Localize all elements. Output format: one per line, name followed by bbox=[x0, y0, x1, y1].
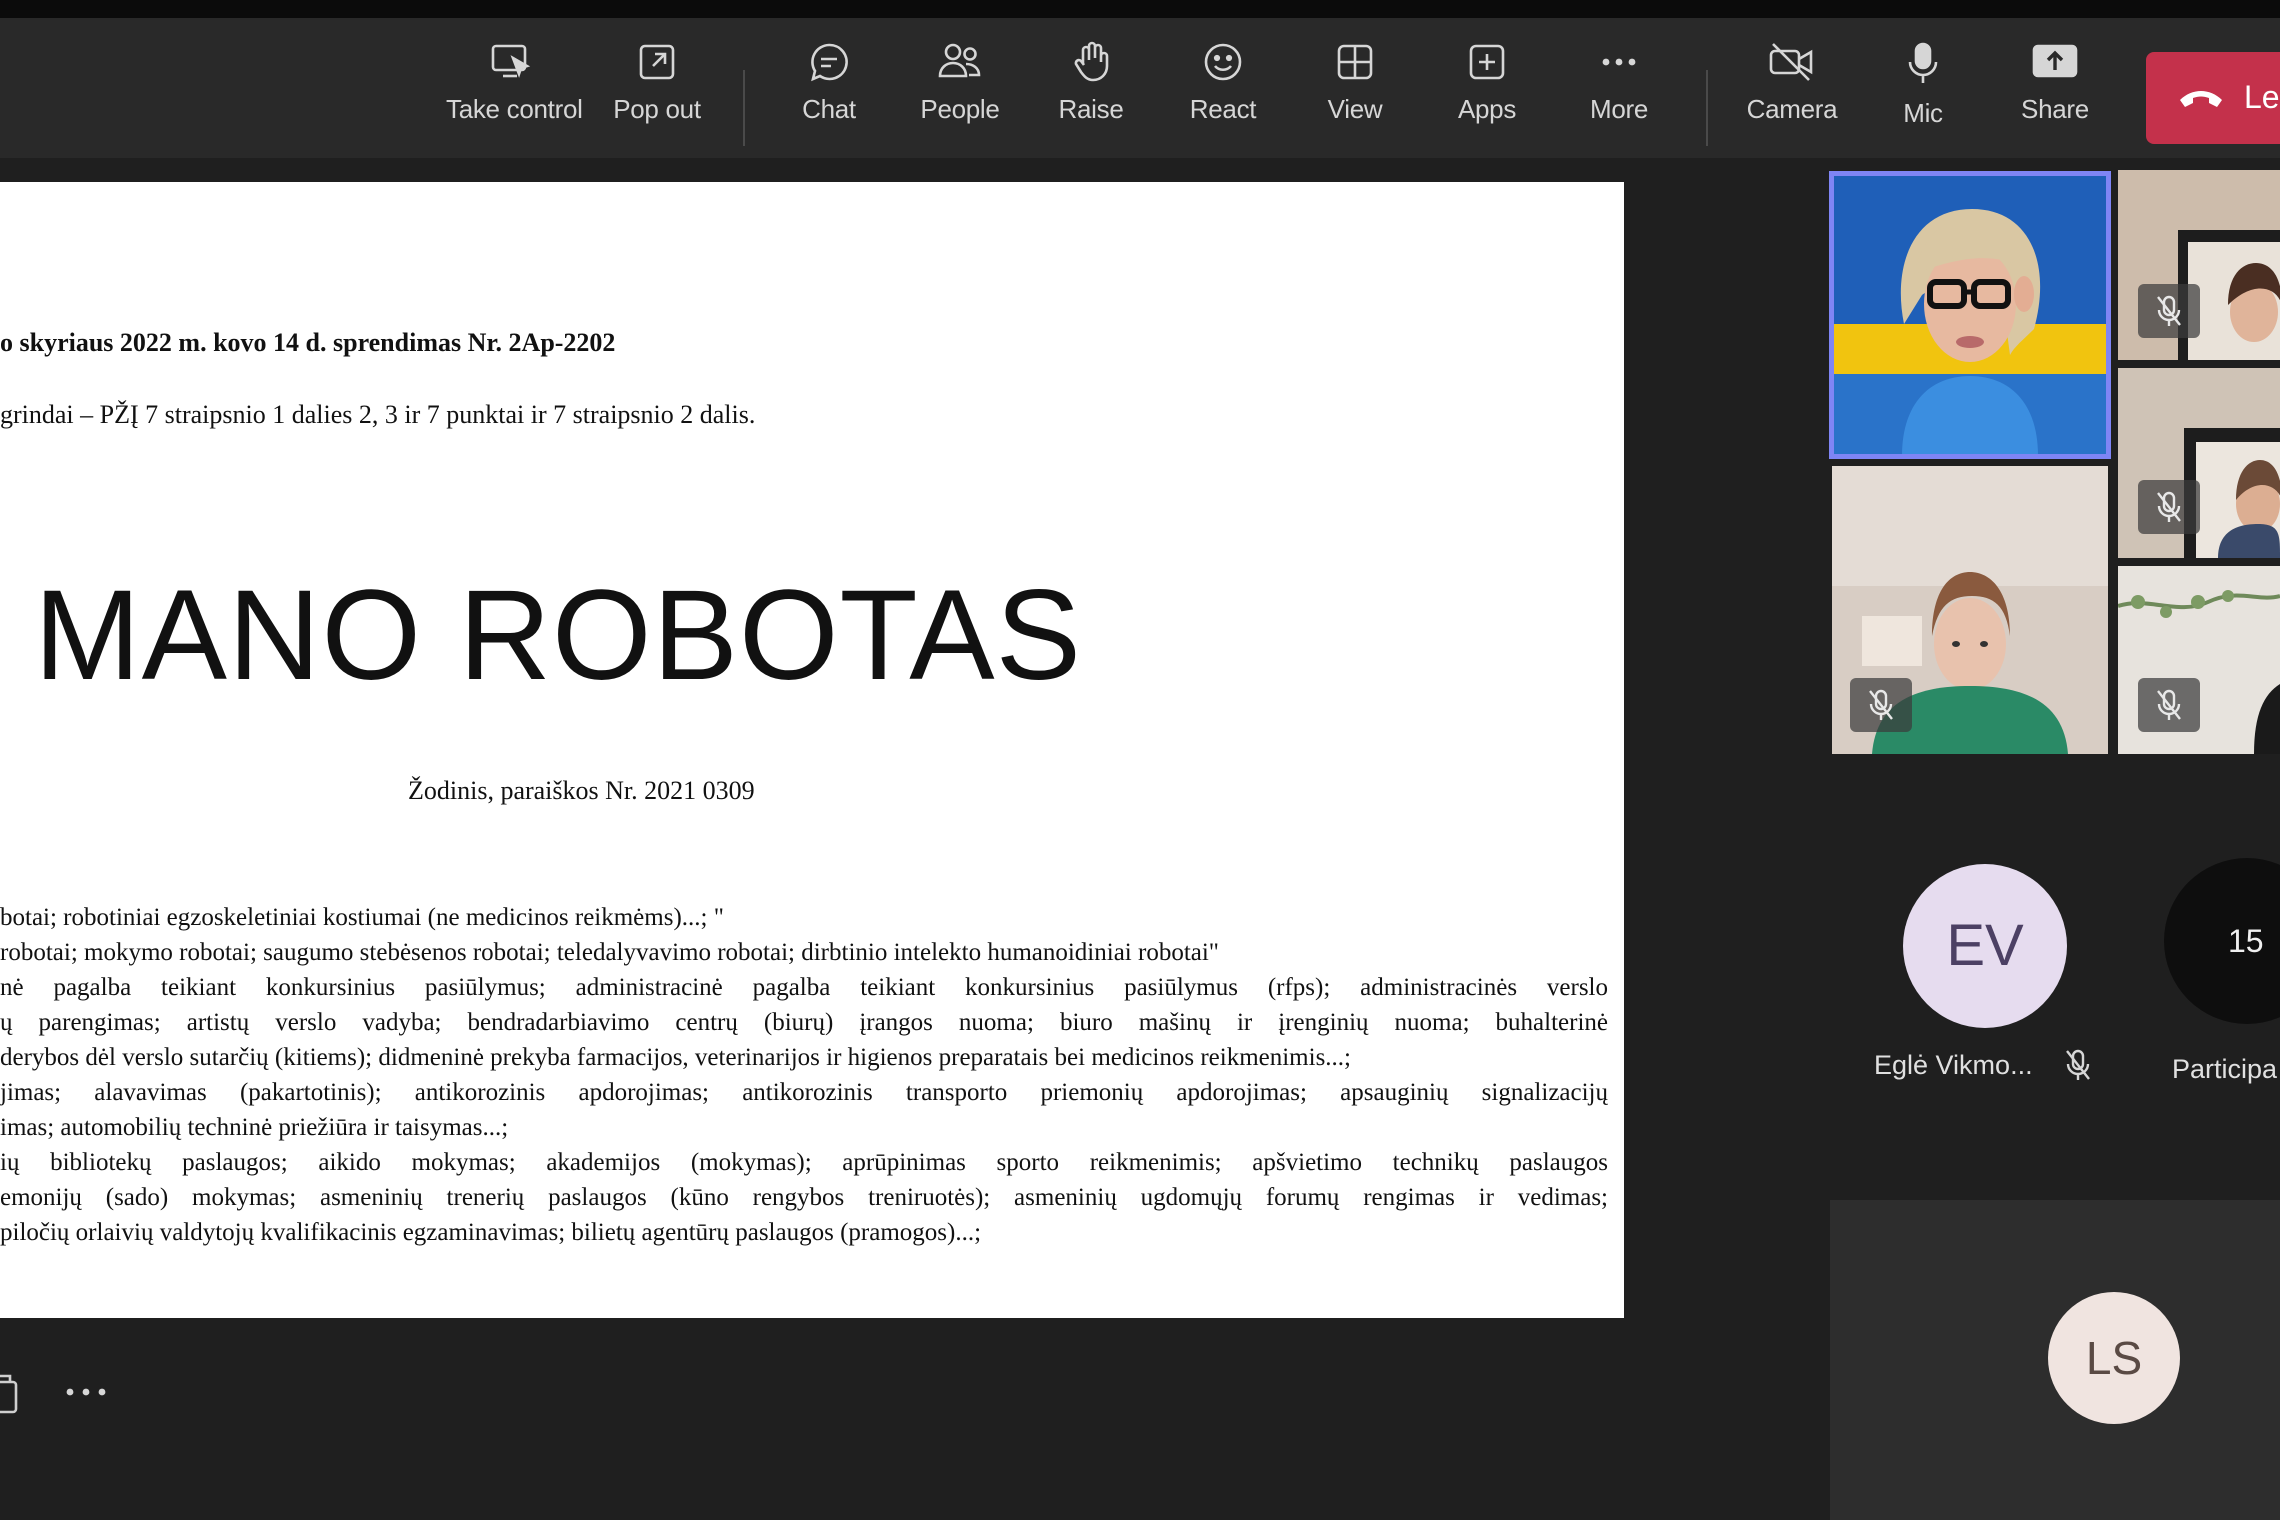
react-button[interactable]: React bbox=[1158, 40, 1288, 140]
participant-tile-ls[interactable]: LS bbox=[1830, 1200, 2280, 1520]
stage-more-dots-icon[interactable] bbox=[62, 1380, 110, 1404]
meeting-toolbar: Take control Pop out Chat People Raise R… bbox=[0, 18, 2280, 158]
muted-indicator bbox=[1850, 678, 1912, 732]
legal-grounds-line: grindai – PŽĮ 7 straipsnio 1 dalies 2, 3… bbox=[0, 400, 756, 429]
mic-off-icon bbox=[2157, 491, 2181, 522]
stage-controls bbox=[0, 1340, 200, 1440]
microphone-icon bbox=[1908, 42, 1938, 83]
trademark-caption: Žodinis, paraiškos Nr. 2021 0309 bbox=[408, 776, 755, 805]
trademark-title: MANO ROBOTAS bbox=[34, 564, 1082, 707]
avatar-ls: LS bbox=[2048, 1292, 2180, 1424]
mic-off-icon bbox=[2157, 295, 2181, 326]
apps-label: Apps bbox=[1457, 94, 1517, 124]
paragraph-line: ių bibliotekų paslaugos; aikido mokymas;… bbox=[0, 1149, 1608, 1176]
pop-out-button[interactable]: Pop out bbox=[592, 40, 722, 140]
hang-up-phone-icon bbox=[2180, 91, 2222, 107]
apps-plus-icon bbox=[1469, 44, 1505, 80]
decision-heading: o skyriaus 2022 m. kovo 14 d. sprendimas… bbox=[0, 328, 616, 357]
participant-video[interactable] bbox=[1832, 466, 2108, 754]
toolbar-divider bbox=[743, 70, 745, 146]
mic-off-icon bbox=[1869, 689, 1893, 720]
react-smiley-icon bbox=[1204, 43, 1242, 81]
share-screen-icon bbox=[2032, 44, 2078, 78]
leave-button[interactable]: Le bbox=[2146, 52, 2280, 144]
more-label: More bbox=[1589, 94, 1649, 124]
leave-label: Le bbox=[2244, 79, 2280, 115]
participant-video[interactable] bbox=[2118, 170, 2280, 360]
share-button[interactable]: Share bbox=[1990, 40, 2120, 140]
toolbar-divider bbox=[1706, 70, 1708, 146]
apps-button[interactable]: Apps bbox=[1422, 40, 1552, 140]
mic-label: Mic bbox=[1903, 98, 1943, 128]
services-class-41: ių bibliotekų paslaugos; aikido mokymas;… bbox=[0, 1145, 1608, 1250]
participant-video[interactable] bbox=[2118, 368, 2280, 558]
participants-overflow-label[interactable]: Participa bbox=[2172, 1054, 2277, 1085]
paragraph-line: nė pagalba teikiant konkursinius pasiūly… bbox=[0, 974, 1608, 1001]
mic-off-icon bbox=[2157, 689, 2181, 720]
pop-out-icon bbox=[639, 44, 675, 80]
raise-hand-label: Raise bbox=[1058, 94, 1124, 124]
chat-button[interactable]: Chat bbox=[764, 40, 894, 140]
avatar-ev[interactable]: EV bbox=[1903, 864, 2067, 1028]
camera-button[interactable]: Camera bbox=[1727, 40, 1857, 140]
services-class-35: nė pagalba teikiant konkursinius pasiūly… bbox=[0, 970, 1608, 1075]
paragraph-line: imas; automobilių techninė priežiūra ir … bbox=[0, 1114, 509, 1141]
participant-name-ev: Eglė Vikmo... bbox=[1874, 1050, 2033, 1080]
participants-overflow-count[interactable]: 15 bbox=[2164, 858, 2280, 1024]
participant-video[interactable] bbox=[2118, 566, 2280, 754]
participant-video-active-speaker[interactable] bbox=[1829, 171, 2111, 459]
paragraph-line: ų parengimas; artistų verslo vadyba; ben… bbox=[0, 1009, 1608, 1036]
paragraph-line: botai; robotiniai egzoskeletiniai kostiu… bbox=[0, 904, 724, 931]
share-label: Share bbox=[2021, 94, 2089, 124]
react-label: React bbox=[1189, 94, 1257, 124]
muted-indicator bbox=[2138, 480, 2200, 534]
window-top-strip bbox=[0, 0, 2280, 18]
people-icon bbox=[938, 43, 981, 78]
raise-hand-button[interactable]: Raise bbox=[1026, 40, 1156, 140]
chat-label: Chat bbox=[802, 94, 856, 124]
paragraph-line: emonijų (sado) mokymas; asmeninių trener… bbox=[0, 1184, 1608, 1211]
pop-out-label: Pop out bbox=[613, 94, 701, 124]
people-button[interactable]: People bbox=[895, 40, 1025, 140]
people-label: People bbox=[920, 94, 1000, 124]
view-button[interactable]: View bbox=[1290, 40, 1420, 140]
camera-label: Camera bbox=[1746, 94, 1838, 124]
more-dots-icon bbox=[1602, 58, 1636, 66]
annotation-icon[interactable] bbox=[0, 1372, 20, 1416]
camera-off-icon bbox=[1769, 43, 1813, 81]
paragraph-line: robotai; mokymo robotai; saugumo stebėse… bbox=[0, 939, 1220, 966]
shared-screen-document: o skyriaus 2022 m. kovo 14 d. sprendimas… bbox=[0, 182, 1624, 1318]
mic-button[interactable]: Mic bbox=[1858, 40, 1988, 140]
mic-off-icon bbox=[2066, 1049, 2090, 1080]
raise-hand-icon bbox=[1074, 41, 1109, 82]
goods-class-12: botai; robotiniai egzoskeletiniai kostiu… bbox=[0, 900, 1608, 970]
more-button[interactable]: More bbox=[1554, 40, 1684, 140]
services-class-37: jimas; alavavimas (pakartotinis); antiko… bbox=[0, 1075, 1608, 1145]
take-control-icon bbox=[491, 44, 531, 78]
muted-indicator bbox=[2138, 284, 2200, 338]
paragraph-line: piločių orlaivių valdytojų kvalifikacini… bbox=[0, 1219, 982, 1246]
muted-indicator bbox=[2138, 678, 2200, 732]
view-label: View bbox=[1327, 94, 1383, 124]
view-grid-icon bbox=[1337, 44, 1373, 80]
paragraph-line: derybos dėl verslo sutarčių (kitiems); d… bbox=[0, 1044, 1352, 1071]
take-control-label: Take control bbox=[446, 94, 583, 124]
take-control-button[interactable]: Take control bbox=[446, 40, 583, 140]
paragraph-line: jimas; alavavimas (pakartotinis); antiko… bbox=[0, 1079, 1608, 1106]
chat-icon bbox=[811, 43, 848, 82]
participant-video-frame bbox=[1832, 174, 2108, 456]
